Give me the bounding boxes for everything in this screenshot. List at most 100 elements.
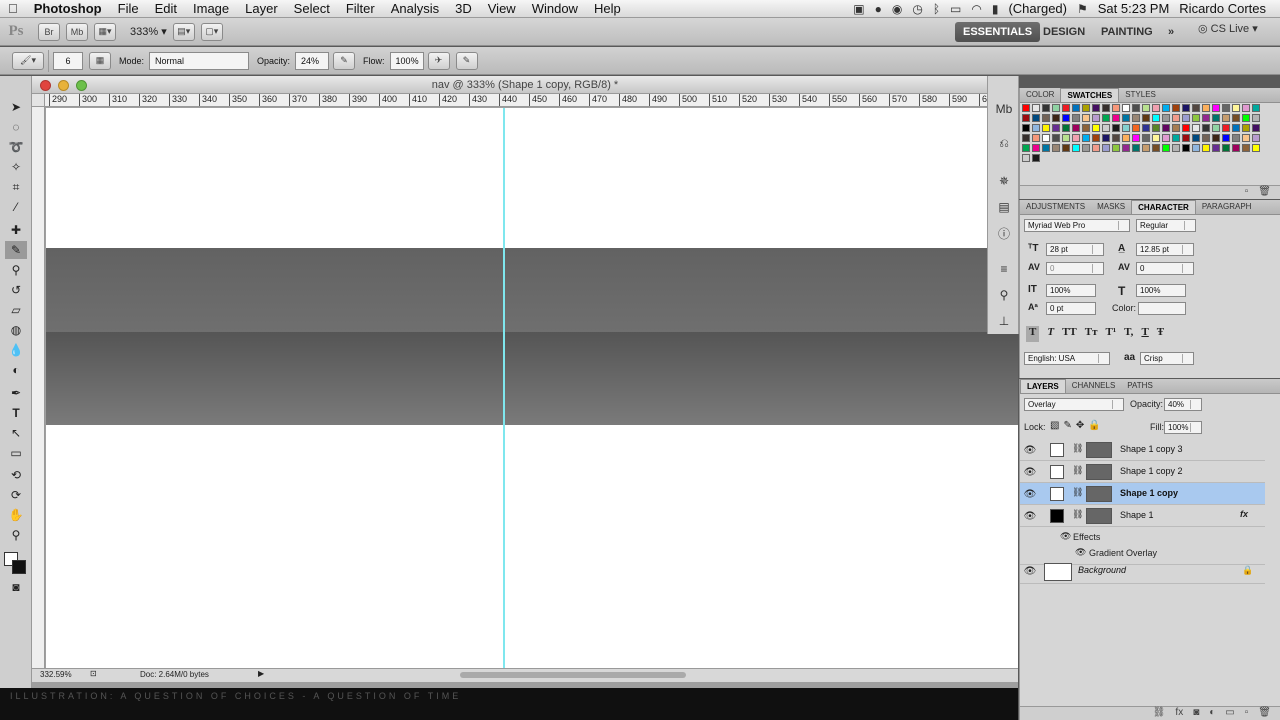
color-swatch[interactable] [1042,144,1050,152]
marquee-tool-icon[interactable]: ◌ [5,118,27,136]
color-swatch[interactable] [1252,134,1260,142]
small-caps-button[interactable]: Tт [1085,326,1098,342]
color-swatch[interactable] [1222,144,1230,152]
airbrush-icon[interactable]: ✈ [427,51,450,70]
menu-layer[interactable]: Layer [237,1,286,16]
color-swatch[interactable] [1192,124,1200,132]
color-swatch[interactable] [1152,114,1160,122]
time-machine-icon[interactable]: ◷ [912,2,922,16]
tab-adjustments[interactable]: ADJUSTMENTS [1020,200,1091,214]
color-swatch[interactable] [1222,104,1230,112]
brush-presets-panel-icon[interactable]: ≡ [994,260,1014,278]
tab-color[interactable]: COLOR [1020,88,1060,102]
color-swatch[interactable] [1132,114,1140,122]
lock-options-icons[interactable]: ▧✎✥🔒 [1050,420,1105,431]
horizontal-scale-input[interactable]: 100% [1136,284,1186,297]
faux-italic-button[interactable]: T [1047,326,1054,342]
color-swatch[interactable] [1192,114,1200,122]
tab-paths[interactable]: PATHS [1121,379,1158,393]
color-swatch[interactable] [1152,144,1160,152]
zoom-level-select[interactable]: 333% ▾ [130,25,167,38]
brush-size-picker[interactable]: 6 [53,51,83,70]
screen-mode-button[interactable]: ▢▾ [200,22,223,41]
tab-swatches[interactable]: SWATCHES [1060,88,1120,102]
layer-row[interactable]: 👁 ⛓ Shape 1 copy 3 [1020,439,1265,461]
clock[interactable]: Sat 5:23 PM [1098,1,1170,16]
adjustment-layer-icon[interactable]: ◐ [1209,707,1215,720]
color-swatch[interactable] [1232,124,1240,132]
color-swatch[interactable] [1212,104,1220,112]
color-swatch[interactable] [1182,134,1190,142]
color-swatch[interactable] [1062,144,1070,152]
color-swatch[interactable] [1052,134,1060,142]
visibility-eye-icon[interactable]: 👁 [1024,488,1037,500]
quick-mask-icon[interactable]: ◙ [5,578,27,596]
color-swatch[interactable] [1102,134,1110,142]
workspace-essentials[interactable]: ESSENTIALS [955,22,1041,42]
color-swatch[interactable] [1202,124,1210,132]
apple-icon[interactable]:  [0,1,26,16]
horizontal-scrollbar[interactable] [460,672,686,678]
zoom-tool-icon[interactable]: ⚲ [5,526,27,544]
mini-bridge-button[interactable]: Mb [66,22,88,41]
color-swatch[interactable] [1102,104,1110,112]
spot-healing-tool-icon[interactable]: ✚ [5,221,27,239]
color-swatch[interactable] [1022,154,1030,162]
color-swatch[interactable] [1242,144,1250,152]
visibility-eye-icon[interactable]: 👁 [1024,565,1037,577]
add-layer-style-icon[interactable]: fx [1175,707,1183,720]
font-style-select[interactable]: Regular [1136,219,1196,232]
creative-suite-icon[interactable]: ● [875,2,882,16]
color-swatch[interactable] [1182,144,1190,152]
status-preview-icon[interactable]: ⊡ [90,669,97,678]
color-swatch[interactable] [1142,114,1150,122]
color-swatch[interactable] [1112,144,1120,152]
hand-tool-icon[interactable]: ✋ [5,506,27,524]
vertical-scale-input[interactable]: 100% [1046,284,1096,297]
color-swatch[interactable] [1242,114,1250,122]
vertical-guide[interactable] [503,108,505,668]
paint-bucket-tool-icon[interactable]: ◍ [5,321,27,339]
color-swatch[interactable] [1092,134,1100,142]
lasso-tool-icon[interactable]: ➰ [5,138,27,156]
superscript-button[interactable]: T¹ [1106,326,1117,342]
menu-image[interactable]: Image [185,1,237,16]
color-swatch[interactable] [1192,104,1200,112]
color-swatch[interactable] [1212,144,1220,152]
fx-icon[interactable]: fx [1240,509,1248,519]
opacity-input[interactable]: 24% [295,51,330,70]
workspace-more-button[interactable]: » [1160,22,1182,42]
color-swatch[interactable] [1242,124,1250,132]
flux-icon[interactable]: ◉ [892,2,902,16]
color-swatch[interactable] [1172,104,1180,112]
minimize-window-icon[interactable] [58,80,69,91]
new-layer-icon[interactable]: ▫ [1245,707,1249,720]
color-swatch[interactable] [1042,134,1050,142]
vertical-ruler[interactable] [32,107,45,668]
color-swatch[interactable] [1052,104,1060,112]
tab-styles[interactable]: STYLES [1119,88,1162,102]
color-swatch[interactable] [1222,114,1230,122]
color-swatch[interactable] [1152,124,1160,132]
menu-view[interactable]: View [480,1,524,16]
text-color-swatch[interactable] [1138,302,1186,315]
history-panel-icon[interactable]: ⎌ [994,134,1014,152]
color-swatch[interactable] [1142,134,1150,142]
color-swatch[interactable] [1102,114,1110,122]
color-swatch[interactable] [1072,134,1080,142]
workspace-design[interactable]: DESIGN [1035,22,1093,42]
color-swatch[interactable] [1172,134,1180,142]
menu-filter[interactable]: Filter [338,1,383,16]
color-swatch[interactable] [1112,134,1120,142]
color-swatch[interactable] [1142,144,1150,152]
faux-bold-button[interactable]: T [1026,326,1040,342]
menu-window[interactable]: Window [524,1,586,16]
all-caps-button[interactable]: TT [1062,326,1077,342]
menu-file[interactable]: File [110,1,147,16]
color-swatch[interactable] [1172,114,1180,122]
display-icon[interactable]: ▭ [950,2,961,16]
color-swatch[interactable] [1212,114,1220,122]
color-swatch[interactable] [1062,134,1070,142]
mini-bridge-panel-icon[interactable]: Mb [994,100,1014,118]
status-zoom[interactable]: 332.59% [40,670,72,679]
